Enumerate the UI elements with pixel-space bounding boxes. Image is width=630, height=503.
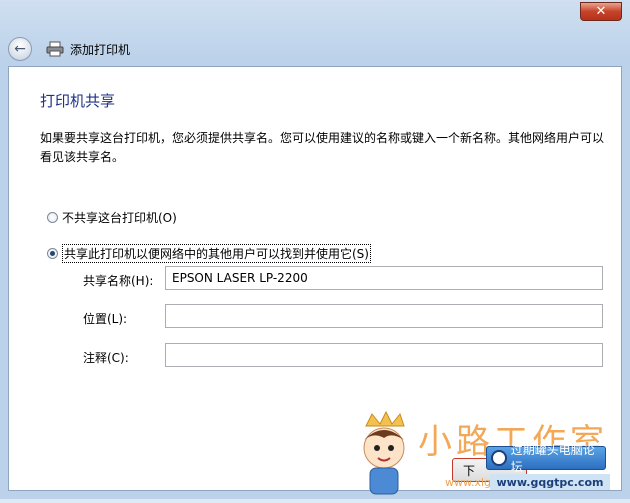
title-bar: ✕ (0, 0, 630, 34)
share-radio[interactable] (47, 248, 58, 259)
no-share-radio[interactable] (47, 212, 58, 223)
mascot-logo (352, 410, 416, 503)
page-description: 如果要共享这台打印机，您必须提供共享名。您可以使用建议的名称或键入一个新名称。其… (40, 131, 605, 164)
page-heading: 打印机共享 (40, 92, 116, 110)
share-name-input[interactable]: EPSON LASER LP-2200 (165, 266, 603, 290)
printer-icon (46, 41, 64, 57)
back-arrow-icon: ← (14, 41, 26, 57)
share-name-label: 共享名称(H): (83, 274, 154, 288)
location-input[interactable] (165, 304, 603, 328)
wizard-title: 添加打印机 (70, 42, 131, 57)
no-share-option[interactable]: 不共享这台打印机(O) (47, 209, 177, 226)
location-label: 位置(L): (83, 312, 128, 326)
dialog-window: ✕ ← 添加打印机 打印机共享 如果要共享这台打印机，您必须提供共享名。您可以使… (0, 0, 630, 499)
forum-url: www.gqgtpc.com (490, 474, 610, 490)
close-icon: ✕ (595, 4, 607, 19)
share-option[interactable]: 共享此打印机以便网络中的其他用户可以找到并使用它(S) (47, 244, 371, 263)
share-label: 共享此打印机以便网络中的其他用户可以找到并使用它(S) (62, 244, 371, 263)
comment-input[interactable] (165, 343, 603, 367)
close-button[interactable]: ✕ (580, 2, 622, 21)
navigation-bar: ← 添加打印机 (8, 34, 622, 64)
forum-logo-icon (491, 450, 507, 466)
no-share-label: 不共享这台打印机(O) (62, 211, 177, 225)
back-button[interactable]: ← (8, 37, 32, 61)
forum-badge: 过期罐头电脑论坛 (486, 443, 606, 474)
forum-badge-text: 过期罐头电脑论坛 (510, 443, 595, 474)
comment-label: 注释(C): (83, 351, 129, 365)
